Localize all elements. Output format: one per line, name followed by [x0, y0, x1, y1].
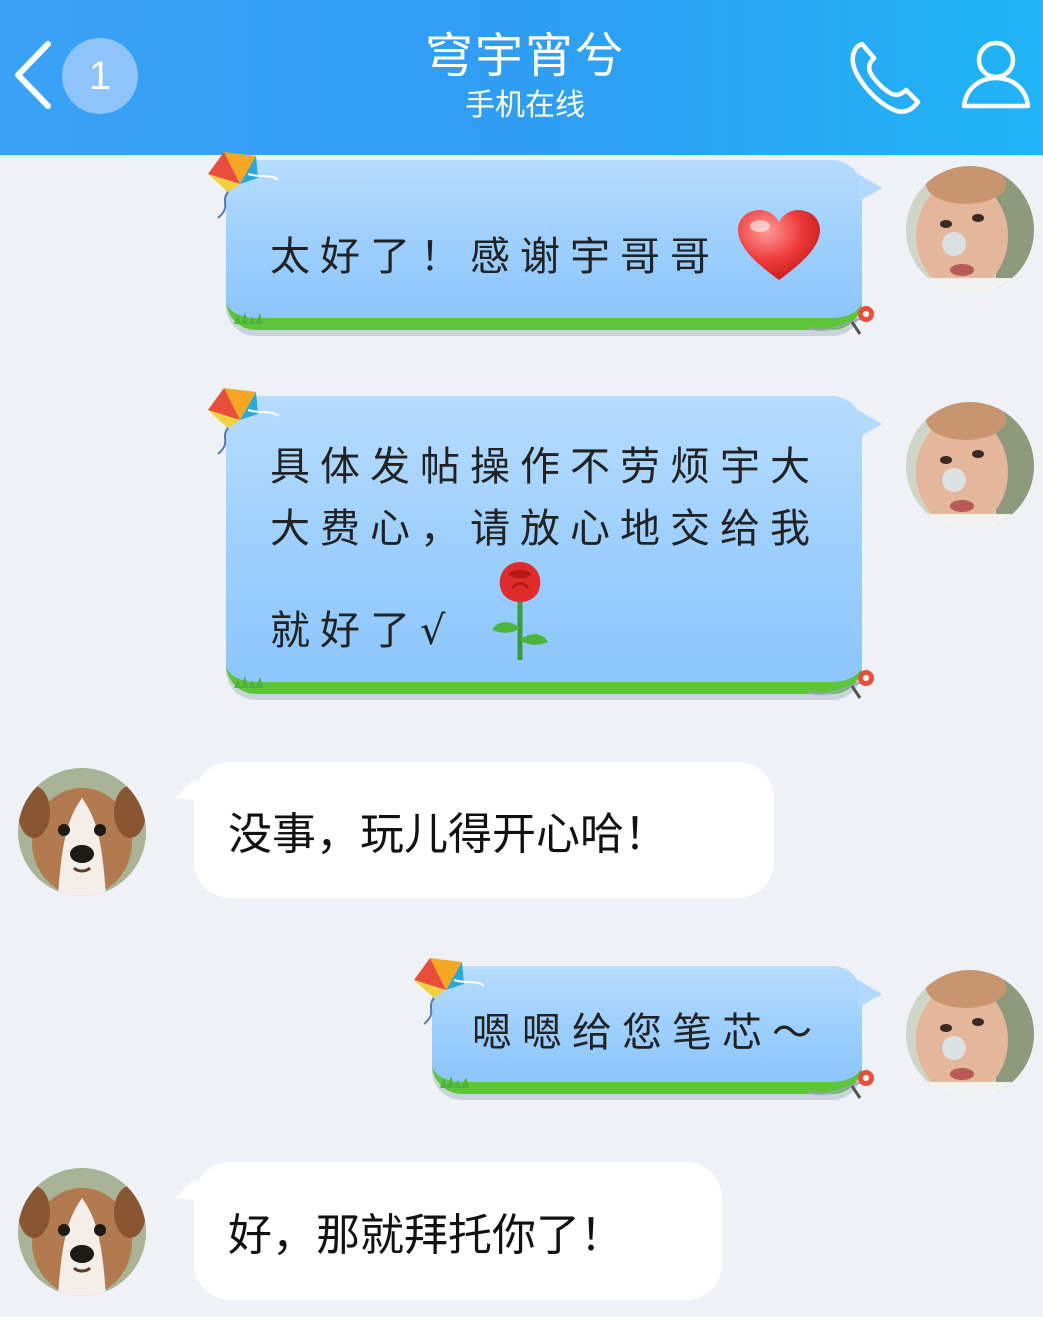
bubble-tail — [170, 778, 204, 810]
message-bubble-sent[interactable]: 具体发帖操作不劳烦宇大 大费心，请放心地交给我 就好了√ — [208, 388, 882, 699]
bubble-tail — [858, 410, 882, 438]
message-bubble-sent[interactable]: 嗯嗯给您笔芯～ — [414, 958, 882, 1099]
dog-face-icon — [18, 768, 146, 896]
contact-avatar[interactable] — [18, 1168, 146, 1296]
self-avatar[interactable] — [906, 402, 1034, 530]
back-chevron-icon[interactable] — [8, 38, 58, 112]
message-bubble-received[interactable]: 好，那就拜托你了！ — [170, 1162, 722, 1300]
message-bubble-sent[interactable]: 太好了！感谢宇哥哥 — [208, 152, 882, 335]
grass-decoration-icon — [440, 1076, 469, 1088]
message-text: 嗯嗯给您笔芯～ — [472, 1010, 822, 1056]
kite-reel-decoration-icon — [808, 1070, 874, 1099]
message-text-line: 大费心，请放心地交给我 — [270, 506, 820, 552]
chat-header: 1 穹宇宵兮 手机在线 — [0, 0, 1043, 155]
online-status: 手机在线 — [465, 88, 585, 123]
message-text: 没事，玩儿得开心哈！ — [228, 809, 668, 860]
message-text-line: 就好了√ — [270, 608, 456, 654]
baby-face-icon — [906, 970, 1034, 1098]
kite-reel-decoration-icon — [808, 306, 874, 335]
contact-name: 穹宇宵兮 — [424, 28, 625, 84]
message-text: 好，那就拜托你了！ — [228, 1210, 624, 1261]
grass-decoration-icon — [234, 676, 263, 688]
kite-reel-decoration-icon — [808, 670, 874, 699]
conversation-title: 穹宇宵兮 手机在线 — [300, 26, 750, 126]
unread-count-badge[interactable]: 1 — [62, 38, 138, 114]
heart-emoji — [738, 210, 820, 280]
baby-face-icon — [906, 402, 1034, 530]
message-text: 太好了！感谢宇哥哥 — [270, 234, 720, 280]
bubble-tail — [858, 174, 882, 202]
grass-decoration-icon — [234, 312, 263, 324]
bubble-tail — [170, 1178, 204, 1210]
message-bubble-received[interactable]: 没事，玩儿得开心哈！ — [170, 762, 774, 898]
kite-decoration-icon — [208, 152, 279, 219]
profile-icon[interactable] — [958, 36, 1034, 112]
dog-face-icon — [18, 1168, 146, 1296]
self-avatar[interactable] — [906, 970, 1034, 1098]
message-text-line: 具体发帖操作不劳烦宇大 — [270, 444, 820, 490]
bubble-tail — [858, 980, 882, 1008]
phone-icon[interactable] — [844, 36, 926, 118]
baby-face-icon — [906, 166, 1034, 294]
contact-avatar[interactable] — [18, 768, 146, 896]
rose-emoji — [492, 562, 548, 660]
self-avatar[interactable] — [906, 166, 1034, 294]
